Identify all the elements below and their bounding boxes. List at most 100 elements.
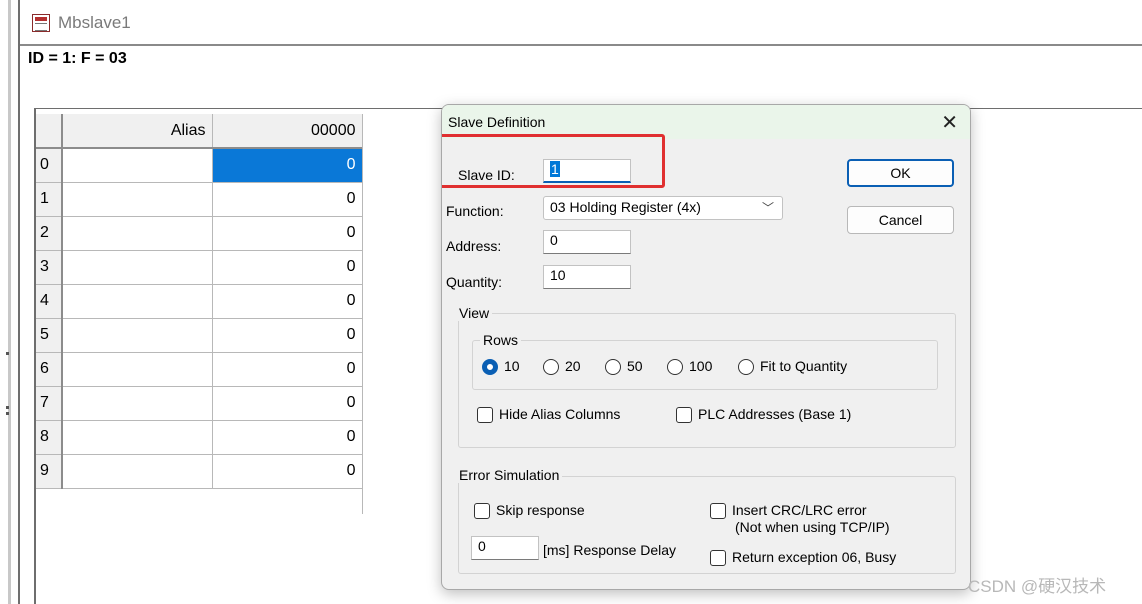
value-cell[interactable]: 0 — [212, 386, 363, 421]
response-delay-field[interactable]: 0 — [471, 536, 539, 560]
rows-20-radio[interactable] — [543, 359, 559, 375]
window-title: Mbslave1 — [58, 13, 131, 32]
skip-response-label: Skip response — [496, 502, 585, 518]
slave-id-field[interactable]: 1 — [543, 159, 631, 183]
plc-addresses-label: PLC Addresses (Base 1) — [698, 406, 852, 422]
row-number[interactable]: 1 — [36, 182, 63, 217]
rows-fit-radio[interactable] — [738, 359, 754, 375]
window-titlebar[interactable] — [20, 6, 1142, 40]
document-icon — [32, 14, 50, 32]
alias-cell[interactable] — [62, 352, 213, 387]
table-row: 7 0 — [36, 386, 363, 421]
value-cell[interactable]: 0 — [212, 148, 363, 183]
row-number[interactable]: 3 — [36, 250, 63, 285]
header-divider — [34, 108, 444, 109]
table-row: 4 0 — [36, 284, 363, 319]
rows-100-radio[interactable] — [667, 359, 683, 375]
edge-mark — [6, 352, 9, 355]
plc-addresses-checkbox[interactable] — [676, 407, 692, 423]
function-label: Function: — [446, 203, 504, 219]
alias-cell[interactable] — [62, 182, 213, 217]
table-row: 1 0 — [36, 182, 363, 217]
response-delay-label: [ms] Response Delay — [543, 542, 677, 558]
alias-cell[interactable] — [62, 284, 213, 319]
quantity-field[interactable]: 10 — [543, 265, 631, 289]
slave-header: ID = 1: F = 03 — [28, 50, 127, 67]
chevron-down-icon: ﹀ — [761, 201, 774, 215]
alias-cell[interactable] — [62, 454, 213, 489]
slave-definition-dialog: Slave Definition ✕ Slave ID: 1 Function:… — [441, 104, 971, 590]
left-edge-bar — [8, 0, 11, 604]
address-label: Address: — [446, 238, 502, 254]
close-icon[interactable]: ✕ — [941, 110, 958, 135]
grid-corner[interactable] — [36, 114, 63, 149]
address-field[interactable]: 0 — [543, 230, 631, 254]
table-row: 8 0 — [36, 420, 363, 455]
register-grid: Alias 00000 0 0 1 0 2 0 3 0 4 0 5 0 6 0 … — [36, 114, 363, 489]
alias-cell[interactable] — [62, 318, 213, 353]
row-number[interactable]: 7 — [36, 386, 63, 421]
error-sim-label: Error Simulation — [456, 467, 563, 483]
table-row: 9 0 — [36, 454, 363, 489]
dialog-title: Slave Definition — [448, 114, 546, 130]
row-number[interactable]: 8 — [36, 420, 63, 455]
alias-cell[interactable] — [62, 148, 213, 183]
function-value: 03 Holding Register (4x) — [550, 199, 701, 215]
alias-cell[interactable] — [62, 216, 213, 251]
grid-header-row: Alias 00000 — [36, 114, 363, 149]
grid-column-divider — [362, 114, 363, 514]
alias-cell[interactable] — [62, 250, 213, 285]
return-exception-label: Return exception 06, Busy — [732, 549, 897, 565]
titlebar-divider — [20, 44, 1142, 46]
function-select[interactable]: 03 Holding Register (4x) ﹀ — [543, 196, 783, 220]
value-cell[interactable]: 0 — [212, 420, 363, 455]
return-exception-checkbox[interactable] — [710, 550, 726, 566]
row-number[interactable]: 0 — [36, 148, 63, 183]
slave-id-value: 1 — [550, 161, 560, 177]
rows-fit-label: Fit to Quantity — [760, 358, 848, 374]
edge-mark — [6, 412, 9, 415]
value-cell[interactable]: 0 — [212, 318, 363, 353]
table-row: 0 0 — [36, 148, 363, 183]
value-cell[interactable]: 0 — [212, 284, 363, 319]
left-edge — [0, 0, 18, 604]
row-number[interactable]: 9 — [36, 454, 63, 489]
edge-mark — [6, 406, 9, 409]
hide-alias-label: Hide Alias Columns — [499, 406, 621, 422]
rows-10-radio[interactable] — [482, 359, 498, 375]
value-cell[interactable]: 0 — [212, 216, 363, 251]
table-row: 5 0 — [36, 318, 363, 353]
table-row: 2 0 — [36, 216, 363, 251]
slave-id-label: Slave ID: — [458, 167, 515, 183]
value-cell[interactable]: 0 — [212, 182, 363, 217]
alias-cell[interactable] — [62, 420, 213, 455]
value-cell[interactable]: 0 — [212, 352, 363, 387]
insert-crc-label: Insert CRC/LRC error — [732, 502, 867, 518]
table-row: 3 0 — [36, 250, 363, 285]
quantity-label: Quantity: — [446, 274, 503, 290]
header-divider — [960, 108, 1142, 109]
value-cell[interactable]: 0 — [212, 454, 363, 489]
insert-crc-note: (Not when using TCP/IP) — [735, 519, 890, 535]
rows-10-label: 10 — [504, 358, 520, 374]
rows-100-label: 100 — [689, 358, 713, 374]
watermark: CSDN @硬汉技术 — [968, 577, 1107, 596]
skip-response-checkbox[interactable] — [474, 503, 490, 519]
row-number[interactable]: 5 — [36, 318, 63, 353]
column-header-address[interactable]: 00000 — [212, 114, 363, 149]
ok-button[interactable]: OK — [847, 159, 954, 187]
hide-alias-checkbox[interactable] — [477, 407, 493, 423]
row-number[interactable]: 4 — [36, 284, 63, 319]
cancel-button[interactable]: Cancel — [847, 206, 954, 234]
column-header-alias[interactable]: Alias — [62, 114, 213, 149]
rows-50-label: 50 — [627, 358, 643, 374]
row-number[interactable]: 6 — [36, 352, 63, 387]
table-row: 6 0 — [36, 352, 363, 387]
rows-20-label: 20 — [565, 358, 581, 374]
view-group-label: View — [456, 305, 493, 321]
alias-cell[interactable] — [62, 386, 213, 421]
rows-50-radio[interactable] — [605, 359, 621, 375]
insert-crc-checkbox[interactable] — [710, 503, 726, 519]
row-number[interactable]: 2 — [36, 216, 63, 251]
value-cell[interactable]: 0 — [212, 250, 363, 285]
